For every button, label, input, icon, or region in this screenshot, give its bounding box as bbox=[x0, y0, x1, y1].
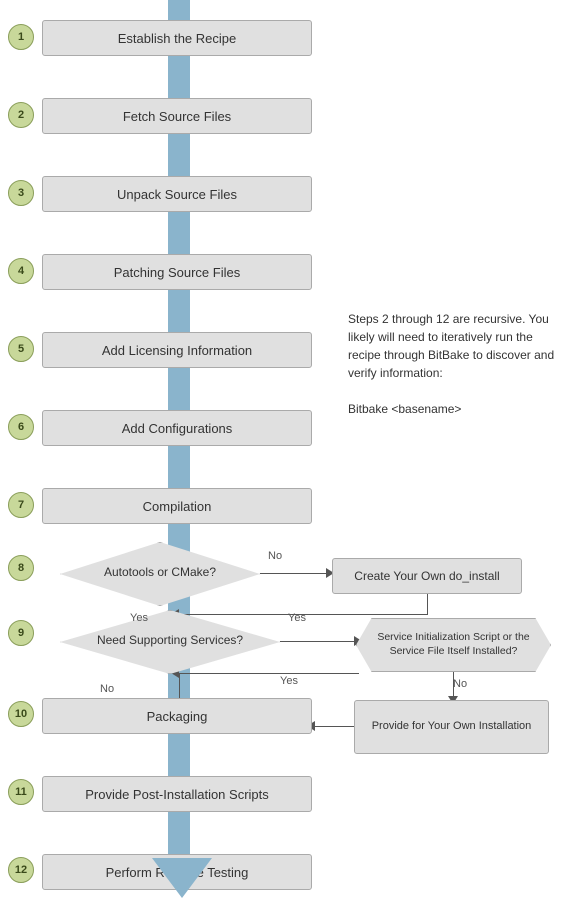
diamond-8: Autotools or CMake? bbox=[60, 542, 260, 606]
step-circle-2: 2 bbox=[8, 102, 34, 128]
step-box-5: Add Licensing Information bbox=[42, 332, 312, 368]
step-box-2: Fetch Source Files bbox=[42, 98, 312, 134]
step-box-4: Patching Source Files bbox=[42, 254, 312, 290]
diamond-9: Need Supporting Services? bbox=[60, 610, 280, 674]
step-circle-7: 7 bbox=[8, 492, 34, 518]
provide-left-connector bbox=[315, 726, 357, 727]
step-circle-3: 3 bbox=[8, 180, 34, 206]
step-box-6: Add Configurations bbox=[42, 410, 312, 446]
bottom-arrow bbox=[152, 858, 212, 898]
diamond9-no-label: No bbox=[100, 683, 114, 695]
diamond9-yes-label: Yes bbox=[288, 612, 306, 624]
step-box-3: Unpack Source Files bbox=[42, 176, 312, 212]
service-yes-label: Yes bbox=[280, 675, 298, 687]
diamond8-no-label: No bbox=[268, 550, 282, 562]
diamond-label-8: Autotools or CMake? bbox=[60, 542, 260, 602]
step-circle-5: 5 bbox=[8, 336, 34, 362]
side-box-install: Create Your Own do_install bbox=[332, 558, 522, 594]
step-circle-11: 11 bbox=[8, 779, 34, 805]
hex-box-service: Service Initialization Script or the Ser… bbox=[356, 618, 551, 672]
step-circle-8: 8 bbox=[8, 555, 34, 581]
diagram-container: 1 Establish the Recipe 2 Fetch Source Fi… bbox=[0, 0, 571, 923]
diamond8-no-connector-h bbox=[260, 573, 330, 574]
diamond8-yes-label: Yes bbox=[130, 612, 148, 624]
step-circle-6: 6 bbox=[8, 414, 34, 440]
diamond9-yes-connector bbox=[280, 641, 358, 642]
step-box-1: Establish the Recipe bbox=[42, 20, 312, 56]
step-circle-10: 10 bbox=[8, 701, 34, 727]
side-box-provide: Provide for Your Own Installation bbox=[354, 700, 549, 754]
step-circle-12: 12 bbox=[8, 857, 34, 883]
service-no-label: No bbox=[453, 678, 467, 690]
step-circle-4: 4 bbox=[8, 258, 34, 284]
step-box-11: Provide Post-Installation Scripts bbox=[42, 776, 312, 812]
step-circle-9: 9 bbox=[8, 620, 34, 646]
install-box-down-connector bbox=[427, 594, 428, 614]
step-box-7: Compilation bbox=[42, 488, 312, 524]
step-box-10: Packaging bbox=[42, 698, 312, 734]
step-circle-1: 1 bbox=[8, 24, 34, 50]
info-box: Steps 2 through 12 are recursive. You li… bbox=[348, 310, 558, 418]
diamond-label-9: Need Supporting Services? bbox=[60, 610, 280, 670]
